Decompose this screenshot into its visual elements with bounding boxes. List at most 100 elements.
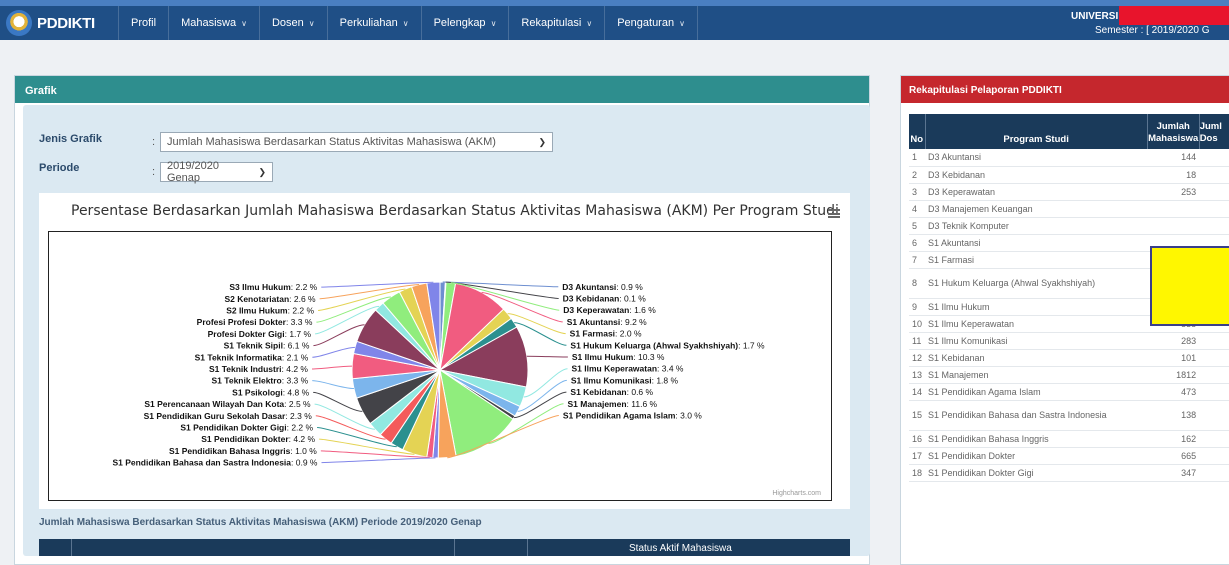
pie-label-value: : 1.6 % — [629, 305, 656, 315]
cell-dos — [1199, 149, 1229, 167]
pie-label-name: S1 Manajemen — [567, 399, 626, 409]
table-row: 12 S1 Kebidanan 101 — [909, 349, 1229, 367]
pie-label-name: D3 Keperawatan — [563, 305, 629, 315]
table-row: 4 D3 Manajemen Keuangan — [909, 200, 1229, 218]
cell-no: 10 — [909, 315, 926, 333]
pie-data-label: S1 Teknik Industri: 4.2 % — [209, 364, 308, 374]
table-row: 5 D3 Teknik Komputer — [909, 217, 1229, 235]
cell-prodi: S1 Pendidikan Bahasa dan Sastra Indonesi… — [925, 400, 1148, 431]
pie-label-value: : 6.1 % — [283, 341, 310, 351]
col-no[interactable]: No — [909, 114, 926, 149]
pie-data-label: D3 Kebidanan: 0.1 % — [563, 294, 647, 304]
pie-label-name: S1 Pendidikan Bahasa Inggris — [169, 446, 291, 456]
cell-dos — [1199, 366, 1229, 384]
chart-container: Persentase Berdasarkan Jumlah Mahasiswa … — [39, 193, 850, 509]
redaction-block — [1119, 6, 1229, 25]
pie-label-name: S1 Teknik Elektro — [212, 376, 282, 386]
nav-item-pelengkap[interactable]: Pelengkap ∨ — [422, 6, 510, 40]
table-row: 16 S1 Pendidikan Bahasa Inggris 162 — [909, 430, 1229, 448]
cell-dos — [1199, 400, 1229, 431]
nav-item-rekapitulasi[interactable]: Rekapitulasi ∨ — [509, 6, 606, 40]
pie-connector — [312, 380, 354, 390]
cell-jml: 144 — [1147, 149, 1200, 167]
pie-data-label: S1 Ilmu Keperawatan: 3.4 % — [572, 364, 684, 374]
chevron-down-icon: ❯ — [538, 136, 546, 147]
pie-label-name: S1 Pendidikan Agama Islam — [563, 411, 676, 421]
pie-label-name: Profesi Dokter Gigi — [208, 329, 285, 339]
pie-data-label: S1 Teknik Sipil: 6.1 % — [224, 341, 310, 351]
pie-label-value: : 10.3 % — [633, 352, 665, 362]
cell-jml — [1147, 200, 1200, 218]
cell-jml: 253 — [1147, 183, 1200, 201]
pie-data-label: Profesi Profesi Dokter: 3.3 % — [197, 317, 313, 327]
brand[interactable]: PDDIKTI — [0, 10, 118, 36]
table-row: 14 S1 Pendidikan Agama Islam 473 — [909, 383, 1229, 401]
periode-label: Periode — [39, 162, 80, 174]
col-dosen-line2: Dos — [1199, 133, 1218, 144]
cell-dos — [1199, 464, 1229, 482]
pie-label-value: : 1.0 % — [290, 446, 317, 456]
chevron-down-icon: ∨ — [679, 18, 685, 28]
pie-label-value: : 0.9 % — [291, 458, 318, 468]
pie-label-value: : 2.0 % — [615, 329, 642, 339]
table-row: 15 S1 Pendidikan Bahasa dan Sastra Indone… — [909, 400, 1229, 431]
table-subtitle: Jumlah Mahasiswa Berdasarkan Status Akti… — [39, 517, 482, 528]
nav-item-pengaturan[interactable]: Pengaturan ∨ — [605, 6, 698, 40]
nav-item-profil[interactable]: Profil — [118, 6, 170, 40]
university-label: UNIVERSI — [1071, 11, 1119, 22]
col-jumlah-line2: Mahasiswa — [1148, 133, 1199, 144]
pie-label-value: : 0.1 % — [619, 294, 646, 304]
cell-no: 18 — [909, 464, 926, 482]
akm-table-header: Status Aktif Mahasiswa — [39, 539, 850, 556]
chart-credit[interactable]: Highcharts.com — [772, 490, 821, 497]
nav-item-mahasiswa[interactable]: Mahasiswa ∨ — [169, 6, 260, 40]
cell-prodi: S1 Pendidikan Bahasa Inggris — [925, 430, 1148, 448]
cell-no: 17 — [909, 447, 926, 465]
table-row: 13 S1 Manajemen 1812 — [909, 366, 1229, 384]
col-jumlah[interactable]: Jumlah Mahasiswa — [1147, 114, 1200, 149]
cell-no: 6 — [909, 234, 926, 252]
col-dosen-line1: Juml — [1199, 121, 1222, 132]
nav-item-dosen[interactable]: Dosen ∨ — [260, 6, 328, 40]
jenis-grafik-select[interactable]: Jumlah Mahasiswa Berdasarkan Status Akti… — [160, 132, 553, 152]
pie-data-label: Profesi Dokter Gigi: 1.7 % — [208, 329, 312, 339]
pie-label-name: S1 Pendidikan Bahasa dan Sastra Indonesi… — [112, 458, 291, 468]
cell-jml: 162 — [1147, 430, 1200, 448]
navbar: PDDIKTI Profil Mahasiswa ∨ Dosen ∨ Perkuliaha… — [0, 6, 1229, 40]
periode-select[interactable]: 2019/2020 Genap ❯ — [160, 160, 273, 184]
cell-no: 1 — [909, 149, 926, 167]
chevron-down-icon: ∨ — [241, 18, 247, 28]
cell-prodi: D3 Manajemen Keuangan — [925, 200, 1148, 218]
semester-label: Semester : [ 2019/2020 G — [1095, 25, 1210, 36]
cell-no: 12 — [909, 349, 926, 367]
nav-item-label: Dosen — [271, 17, 304, 29]
pie-label-name: S1 Pendidikan Dokter — [201, 434, 289, 444]
chevron-down-icon: ∨ — [586, 18, 593, 28]
pie-data-label: S1 Pendidikan Agama Islam: 3.0 % — [563, 411, 702, 421]
chart-menu-icon[interactable] — [828, 209, 840, 218]
table-row: 1 D3 Akuntansi 144 — [909, 149, 1229, 167]
pie-data-label: S3 Ilmu Hukum: 2.2 % — [229, 282, 317, 292]
cell-prodi: D3 Akuntansi — [925, 149, 1148, 167]
status-aktif-header: Status Aktif Mahasiswa — [629, 543, 732, 554]
cell-prodi: S1 Ilmu Komunikasi — [925, 332, 1148, 350]
plot-area: D3 Akuntansi: 0.9 % D3 Kebidanan: 0.1 % D3… — [48, 231, 832, 501]
cell-prodi: S1 Pendidikan Dokter — [925, 447, 1148, 465]
pie-data-label: S1 Perencanaan Wilayah Dan Kota: 2.5 % — [144, 399, 311, 409]
cell-prodi: S1 Ilmu Keperawatan — [925, 315, 1148, 333]
cell-no: 5 — [909, 217, 926, 235]
cell-jml: 101 — [1147, 349, 1200, 367]
cell-prodi: S1 Farmasi — [925, 251, 1148, 269]
cell-jml: 665 — [1147, 447, 1200, 465]
pie-data-label: S1 Pendidikan Bahasa Inggris: 1.0 % — [169, 446, 317, 456]
col-prodi[interactable]: Program Studi — [925, 114, 1148, 149]
header-col — [39, 539, 72, 556]
pie-label-value: : 0.6 % — [627, 387, 654, 397]
col-dosen[interactable]: Juml Dos — [1199, 114, 1229, 149]
cell-no: 16 — [909, 430, 926, 448]
table-row: 11 S1 Ilmu Komunikasi 283 — [909, 332, 1229, 350]
nav-item-perkuliahan[interactable]: Perkuliahan ∨ — [328, 6, 422, 40]
cell-prodi: S1 Pendidikan Agama Islam — [925, 383, 1148, 401]
pie-label-value: : 2.2 % — [291, 282, 318, 292]
cell-no: 9 — [909, 298, 926, 316]
